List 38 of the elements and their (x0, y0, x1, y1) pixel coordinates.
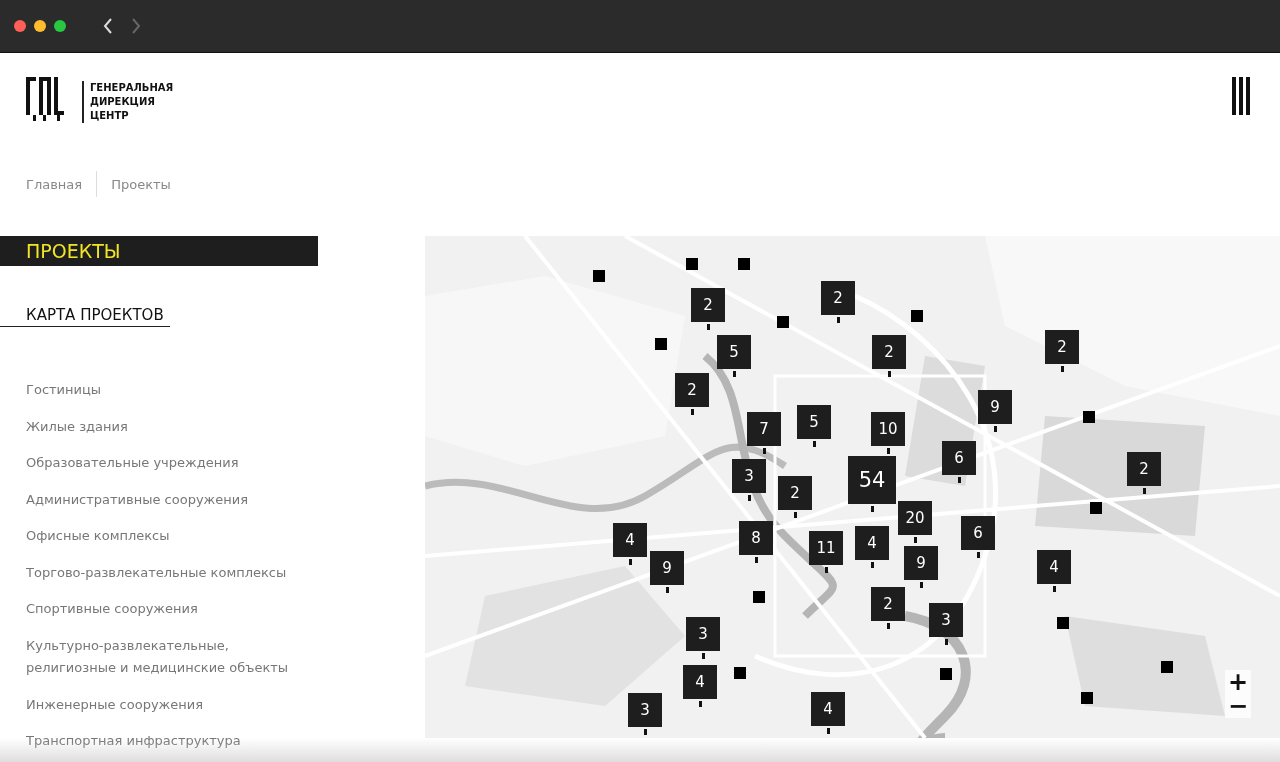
close-icon[interactable] (14, 20, 26, 32)
point-marker[interactable] (593, 270, 605, 282)
breadcrumb-link[interactable]: Проекты (111, 176, 171, 192)
logo-text: ГЕНЕРАЛЬНАЯ (90, 81, 174, 95)
category-link[interactable]: Спортивные сооружения (26, 598, 316, 621)
category-link[interactable]: Жилые здания (26, 415, 316, 438)
maximize-icon[interactable] (54, 20, 66, 32)
point-marker[interactable] (777, 316, 789, 328)
category-link[interactable]: Культурно-развлекательные, религиозные и медицинские объекты (26, 634, 316, 680)
point-marker[interactable] (1083, 411, 1095, 423)
category-link[interactable]: Административные сооружения (26, 488, 316, 511)
point-marker[interactable] (655, 338, 667, 350)
logo-text: ДИРЕКЦИЯ (90, 95, 156, 109)
category-link[interactable]: Гостиницы (26, 379, 316, 402)
category-link[interactable]: Торгово-развлекательные комплексы (26, 561, 316, 584)
point-marker[interactable] (1057, 617, 1069, 629)
point-marker[interactable] (1090, 502, 1102, 514)
subsection-title: КАРТА ПРОЕКТОВ (26, 306, 165, 324)
point-marker[interactable] (1081, 692, 1093, 704)
point-marker[interactable] (1161, 661, 1173, 673)
minimize-icon[interactable] (34, 20, 46, 32)
point-marker[interactable] (753, 591, 765, 603)
point-marker[interactable] (940, 668, 952, 680)
zoom-in-button[interactable]: + (1225, 670, 1251, 694)
breadcrumb-link[interactable]: Главная (26, 176, 83, 192)
point-marker[interactable] (911, 310, 923, 322)
category-link[interactable]: Образовательные учреждения (26, 452, 316, 475)
menu-icon[interactable] (1232, 77, 1250, 115)
zoom-out-button[interactable]: − (1225, 694, 1251, 718)
point-marker[interactable] (686, 258, 698, 270)
logo-icon[interactable] (26, 77, 64, 121)
logo-text: ЦЕНТР (90, 109, 130, 123)
category-link[interactable]: Инженерные сооружения (26, 693, 316, 716)
category-link[interactable]: Офисные комплексы (26, 525, 316, 548)
section-title: ПРОЕКТЫ (0, 236, 318, 266)
category-link[interactable]: Транспортная инфраструктура (26, 730, 316, 753)
point-marker[interactable] (734, 667, 746, 679)
point-marker[interactable] (738, 258, 750, 270)
